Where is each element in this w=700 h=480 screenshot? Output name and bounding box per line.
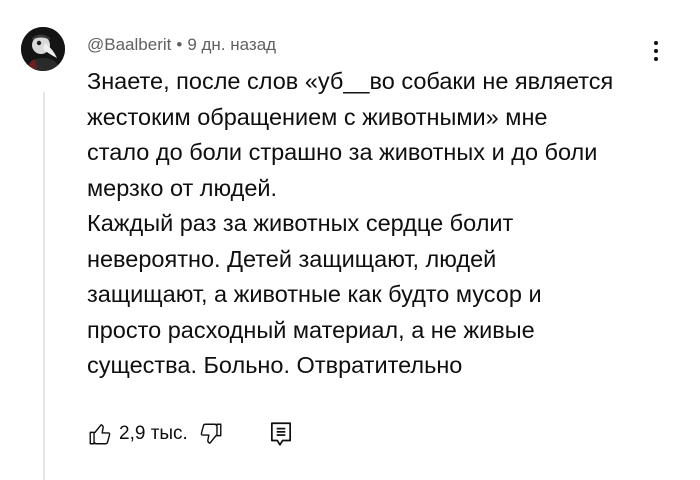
reply-button[interactable] <box>268 420 294 448</box>
avatar[interactable] <box>21 27 65 71</box>
thumb-down-icon <box>200 423 222 444</box>
comment-timestamp[interactable]: 9 дн. назад <box>187 35 276 54</box>
comment-paragraph: Знаете, после слов «уб__во собаки не явл… <box>87 68 614 201</box>
more-vertical-icon <box>654 41 658 45</box>
header-separator: • <box>176 35 183 54</box>
comment-actions: 2,9 тыс. <box>87 418 294 450</box>
like-count: 2,9 тыс. <box>119 423 188 444</box>
author-name[interactable]: @Baalberit <box>87 35 171 54</box>
more-vertical-icon <box>654 57 658 61</box>
like-button[interactable] <box>87 420 113 448</box>
more-actions-button[interactable] <box>646 36 666 66</box>
comment-text: Знаете, после слов «уб__во собаки не явл… <box>87 64 677 384</box>
dislike-button[interactable] <box>198 420 224 448</box>
thumb-up-icon <box>89 424 111 445</box>
comment-paragraph: Каждый раз за животных сердце болит неве… <box>87 210 542 378</box>
comment-header: @Baalberit • 9 дн. назад <box>87 35 276 55</box>
plague-doctor-avatar-icon <box>21 27 65 71</box>
more-vertical-icon <box>654 49 658 53</box>
reply-comment-icon <box>270 422 291 446</box>
thread-line <box>43 92 45 480</box>
